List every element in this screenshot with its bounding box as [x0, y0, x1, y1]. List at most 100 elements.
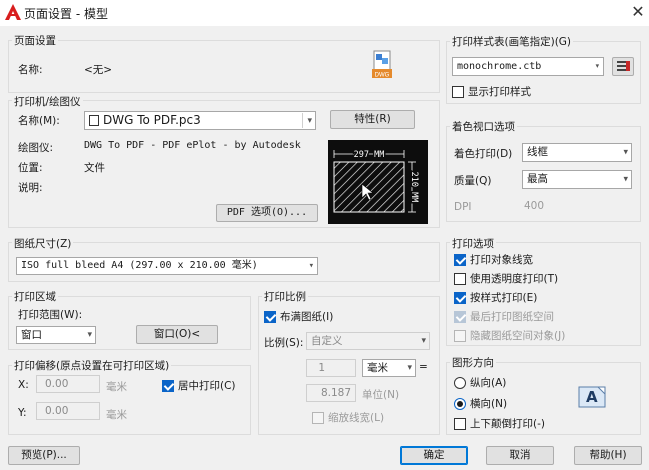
shade-plot-select[interactable]: 线框 ▾: [522, 143, 632, 162]
offset-y-label: Y:: [18, 407, 27, 419]
dwg-file-icon: DWG: [372, 50, 392, 79]
dwg-badge-text: DWG: [375, 73, 390, 79]
cancel-button[interactable]: 取消: [486, 446, 554, 465]
page-setup-legend: 页面设置: [12, 33, 58, 48]
dpi-value: 400: [524, 200, 545, 212]
printer-name-select[interactable]: DWG To PDF.pc3 ▾: [84, 111, 316, 130]
pdf-options-button[interactable]: PDF 选项(O)...: [216, 204, 318, 222]
chevron-down-icon: ▾: [308, 261, 314, 271]
properties-button[interactable]: 特性(R): [330, 110, 415, 129]
portrait-label: 纵向(A): [470, 377, 507, 389]
paper-preview: 297 MM 210 MM: [328, 140, 428, 224]
offset-x-label: X:: [18, 379, 29, 391]
fit-paper-label: 布满图纸(I): [280, 311, 334, 323]
scale-value1: 1: [318, 362, 325, 374]
plot-range-label: 打印范围(W):: [18, 309, 83, 321]
scale-unit1: 毫米: [367, 362, 388, 374]
plot-with-styles-checkbox[interactable]: 按样式打印(E): [454, 290, 537, 305]
center-plot-check-icon: [162, 380, 174, 392]
upside-down-checkbox[interactable]: 上下颠倒打印(-): [454, 416, 545, 431]
plot-area-legend: 打印区域: [12, 289, 58, 304]
scale-select[interactable]: 自定义 ▾: [306, 332, 430, 350]
center-plot-checkbox[interactable]: 居中打印(C): [162, 378, 236, 393]
plotter-value: DWG To PDF - PDF ePlot - by Autodesk: [84, 140, 301, 151]
close-icon[interactable]: ✕: [628, 2, 648, 22]
plot-paperspace-last-label: 最后打印图纸空间: [470, 311, 554, 323]
printer-name-value: DWG To PDF.pc3: [103, 113, 201, 127]
preview-height-label: 210 MM: [409, 172, 419, 203]
plot-with-styles-label: 按样式打印(E): [470, 292, 538, 304]
scale-lineweights-label: 缩放线宽(L): [328, 412, 385, 424]
scale-unit-select[interactable]: 毫米 ▾: [362, 359, 416, 377]
plot-paperspace-last-check-icon: [454, 311, 466, 323]
plot-lineweights-checkbox[interactable]: 打印对象线宽: [454, 252, 533, 267]
page-setup-name-value: <无>: [84, 64, 113, 76]
scale-equals: =: [419, 361, 428, 373]
scale-lineweights-check-icon: [312, 412, 324, 424]
hide-paperspace-objects-checkbox[interactable]: 隐藏图纸空间对象(J): [454, 328, 565, 343]
scale-lineweights-checkbox[interactable]: 缩放线宽(L): [312, 410, 384, 425]
edit-plot-style-button[interactable]: [612, 57, 634, 76]
autocad-logo-icon: [5, 4, 21, 20]
offset-x-unit: 毫米: [106, 381, 127, 393]
shaded-viewport-legend: 着色视口选项: [450, 119, 517, 134]
location-value: 文件: [84, 162, 105, 174]
plot-window-button[interactable]: 窗口(O)<: [136, 325, 218, 344]
description-label: 说明:: [18, 182, 43, 194]
location-label: 位置:: [18, 162, 43, 174]
plot-range-value: 窗口: [21, 329, 42, 341]
hide-paperspace-objects-label: 隐藏图纸空间对象(J): [470, 330, 566, 342]
show-plot-styles-checkbox[interactable]: 显示打印样式: [452, 84, 531, 99]
portrait-radio[interactable]: 纵向(A): [454, 375, 506, 390]
window-title: 页面设置 - 模型: [24, 7, 108, 21]
list-icon: [617, 61, 630, 71]
plot-with-styles-check-icon: [454, 292, 466, 304]
landscape-radio-icon: [454, 398, 466, 410]
quality-select[interactable]: 最高 ▾: [522, 170, 632, 189]
scale-value: 自定义: [311, 335, 343, 347]
offset-y-input[interactable]: 0.00: [36, 402, 100, 420]
orientation-preview-letter: A: [586, 388, 598, 406]
help-button[interactable]: 帮助(H): [574, 446, 642, 465]
portrait-radio-icon: [454, 377, 466, 389]
plot-transparency-check-icon: [454, 273, 466, 285]
scale-value1-input[interactable]: 1: [306, 359, 356, 377]
scale-label: 比例(S):: [264, 337, 304, 349]
preview-button[interactable]: 预览(P)...: [8, 446, 80, 465]
page-setup-name-label: 名称:: [18, 64, 43, 76]
offset-x-value: 0.00: [45, 378, 69, 390]
upside-down-label: 上下颠倒打印(-): [470, 418, 545, 430]
plot-paperspace-last-checkbox[interactable]: 最后打印图纸空间: [454, 309, 554, 324]
plot-transparency-checkbox[interactable]: 使用透明度打印(T): [454, 271, 558, 286]
ok-button[interactable]: 确定: [400, 446, 468, 465]
offset-x-input[interactable]: 0.00: [36, 375, 100, 393]
plotter-label: 绘图仪:: [18, 142, 54, 154]
orientation-legend: 图形方向: [450, 355, 496, 370]
chevron-down-icon: ▾: [594, 61, 600, 71]
paper-size-select[interactable]: ISO full bleed A4 (297.00 x 210.00 毫米) ▾: [16, 257, 318, 275]
plot-style-legend: 打印样式表(画笔指定)(G): [450, 34, 574, 49]
show-plot-styles-check-icon: [452, 86, 464, 98]
plot-transparency-label: 使用透明度打印(T): [470, 273, 559, 285]
landscape-label: 横向(N): [470, 398, 508, 410]
plot-offset-legend: 打印偏移(原点设置在可打印区域): [12, 358, 172, 373]
preview-width-label: 297 MM: [354, 150, 385, 160]
chevron-down-icon: ▾: [421, 336, 426, 346]
landscape-radio[interactable]: 横向(N): [454, 396, 507, 411]
plot-range-select[interactable]: 窗口 ▾: [16, 326, 96, 344]
scale-value2-input[interactable]: 8.187: [306, 384, 356, 402]
shade-plot-value: 线框: [527, 146, 548, 158]
chevron-down-icon: ▾: [87, 330, 92, 340]
show-plot-styles-label: 显示打印样式: [468, 86, 531, 98]
plot-style-select[interactable]: monochrome.ctb ▾: [452, 57, 604, 76]
fit-paper-checkbox[interactable]: 布满图纸(I): [264, 309, 333, 324]
center-plot-label: 居中打印(C): [178, 380, 236, 392]
offset-y-value: 0.00: [45, 405, 69, 417]
chevron-down-icon: ▾: [623, 147, 628, 157]
paper-size-legend: 图纸尺寸(Z): [12, 236, 74, 251]
shade-plot-label: 着色打印(D): [454, 148, 513, 160]
plot-options-legend: 打印选项: [450, 236, 496, 251]
fit-paper-check-icon: [264, 311, 276, 323]
chevron-down-icon: ▾: [623, 174, 628, 184]
upside-down-check-icon: [454, 418, 466, 430]
